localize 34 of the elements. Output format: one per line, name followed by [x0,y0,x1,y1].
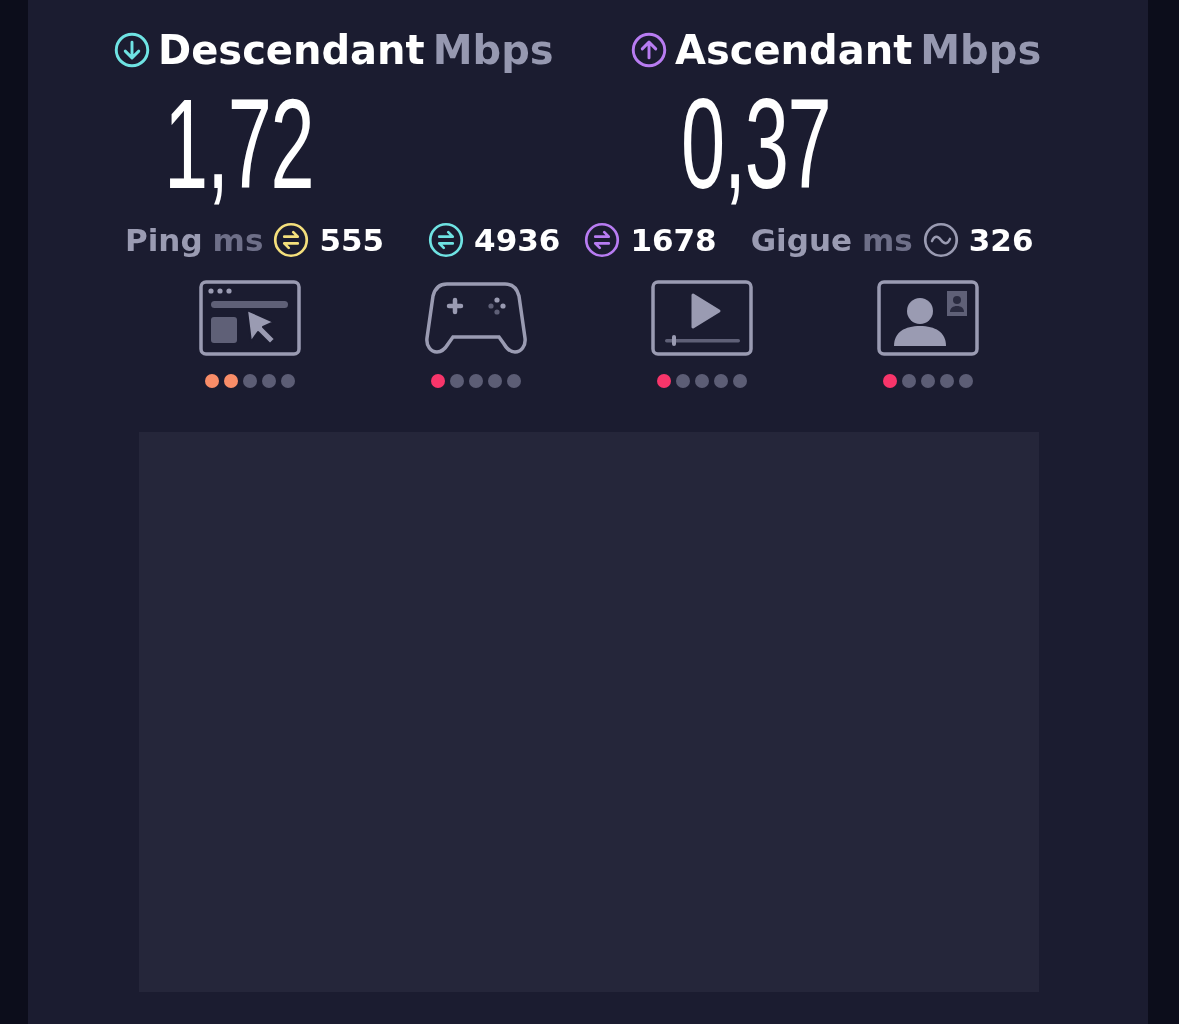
rating-dot [921,374,935,388]
rating-dot [733,374,747,388]
download-icon [114,32,150,68]
metric-label: Ping [125,224,203,256]
rating-dot [469,374,483,388]
download-label: Descendant [158,30,425,70]
upload-icon [631,32,667,68]
gamepad-icon [425,280,527,356]
rating-dot [243,374,257,388]
rating-dot [488,374,502,388]
unit-label: ms [862,224,913,256]
rating-dot [902,374,916,388]
rating-dot [281,374,295,388]
browser-icon [199,280,301,356]
metric-value: 555 [319,224,385,256]
rating-dot [507,374,521,388]
rating-dot [224,374,238,388]
upload-label: Ascendant [675,30,913,70]
rating-dot [959,374,973,388]
video-call-icon [877,280,979,356]
upload-speed: 0,37 [681,80,831,208]
video-player-icon [651,280,753,356]
metric-value: 1678 [630,224,717,256]
rating-dot [940,374,954,388]
rating-dot [714,374,728,388]
rating-dot [450,374,464,388]
rating-dot [695,374,709,388]
metric-label: Gigue [750,224,852,256]
rating-dot [676,374,690,388]
metric-value: 326 [968,224,1034,256]
metric-value: 4936 [474,224,561,256]
download-speed: 1,72 [164,80,314,208]
rating-dot [262,374,276,388]
unit-label: ms [212,224,264,256]
